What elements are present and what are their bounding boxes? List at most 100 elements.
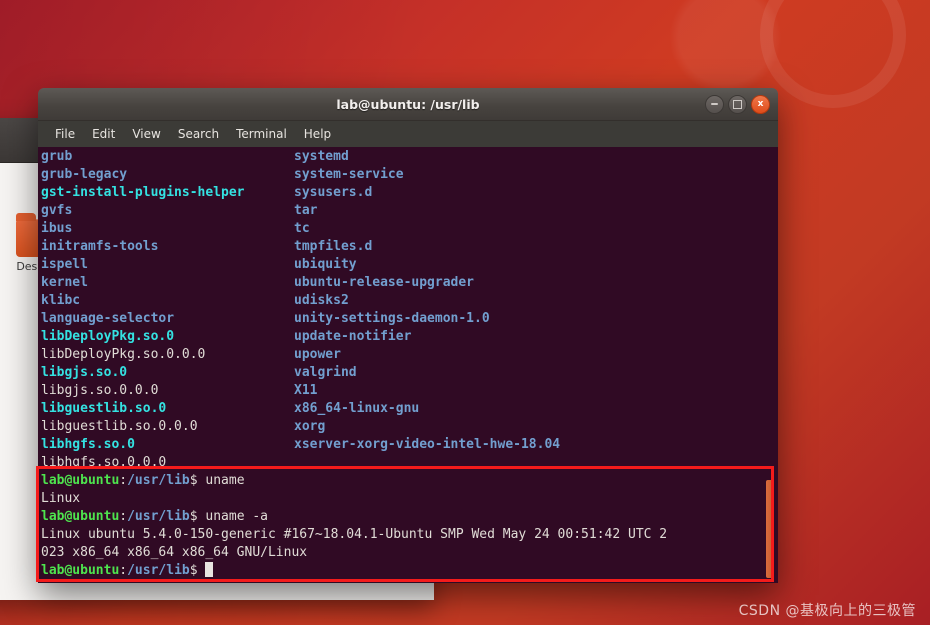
listing-entry-name: grub-legacy [41,167,128,182]
terminal-screen[interactable]: grub grub-legacy gst-install-plugins-helpe… [38,147,778,583]
minimize-icon [711,103,718,105]
listing-entry-name: upower [294,347,341,362]
listing-entry: valgrind [294,364,560,382]
terminal-command-text: uname -a [197,509,269,524]
listing-entry: libguestlib.so.0.0.0 [41,418,245,436]
listing-entry: libhgfs.so.0 [41,436,245,454]
listing-entry-name: xserver-xorg-video-intel-hwe-18.04 [294,437,561,452]
listing-entry: upower [294,346,560,364]
listing-entry-name: tmpfiles.d [294,239,373,254]
terminal-prompt-line: lab@ubuntu:/usr/lib$ uname -a [41,508,764,526]
listing-entry: unity-settings-daemon-1.0 [294,310,560,328]
listing-entry: xserver-xorg-video-intel-hwe-18.04 [294,436,560,454]
terminal-output-line: Linux ubuntu 5.4.0-150-generic #167~18.0… [41,526,764,544]
listing-entry-name: ubiquity [294,257,357,272]
command-session: lab@ubuntu:/usr/lib$ uname Linux lab@ubunt… [41,472,764,580]
listing-entry: libhgfs.so.0.0.0 [41,454,245,472]
listing-entry-name: libgjs.so.0 [41,365,128,380]
terminal-scrollbar[interactable] [764,147,777,583]
listing-entry-name: update-notifier [294,329,412,344]
terminal-scrollbar-thumb[interactable] [766,480,774,578]
listing-entry: initramfs-tools [41,238,245,256]
listing-entry-name: grub [41,149,73,164]
listing-entry: update-notifier [294,328,560,346]
terminal-output-text: Linux ubuntu 5.4.0-150-generic #167~18.0… [41,527,668,542]
listing-entry: tar [294,202,560,220]
directory-listing: grub grub-legacy gst-install-plugins-helpe… [41,148,764,470]
terminal-output-text: Linux [41,491,81,506]
terminal-output-text: 023 x86_64 x86_64 x86_64 GNU/Linux [41,545,308,560]
prompt-user-host: lab@ubuntu [41,509,120,524]
listing-entry: ubuntu-release-upgrader [294,274,560,292]
maximize-button[interactable] [728,94,747,114]
listing-entry-name: libhgfs.so.0 [41,437,135,452]
listing-entry-name: ubuntu-release-upgrader [294,275,475,290]
listing-entry-name: systemd [294,149,349,164]
prompt-symbol: $ [189,563,198,578]
minimize-button[interactable] [705,94,724,114]
menu-help[interactable]: Help [297,124,338,144]
listing-entry-name: libDeployPkg.so.0 [41,329,175,344]
listing-entry-name: ibus [41,221,73,236]
listing-column-2: systemd system-service sysusers.d tar tc tmpf… [294,148,560,454]
window-title: lab@ubuntu: /usr/lib [336,96,480,112]
listing-entry: libgjs.so.0.0.0 [41,382,245,400]
listing-entry: libgjs.so.0 [41,364,245,382]
listing-entry-name: kernel [41,275,88,290]
listing-entry-name: language-selector [41,311,175,326]
listing-entry-name: X11 [294,383,318,398]
listing-entry: gst-install-plugins-helper [41,184,245,202]
menu-terminal[interactable]: Terminal [229,124,294,144]
listing-entry-name: libDeployPkg.so.0.0.0 [41,347,206,362]
listing-entry: x86_64-linux-gnu [294,400,560,418]
listing-entry: X11 [294,382,560,400]
listing-entry-name: system-service [294,167,404,182]
listing-entry: libDeployPkg.so.0.0.0 [41,346,245,364]
close-icon: x [757,98,764,109]
listing-entry-name: libguestlib.so.0 [41,401,167,416]
prompt-separator: : [119,563,128,578]
terminal-window[interactable]: lab@ubuntu: /usr/lib x File Edit View Se… [38,88,778,583]
listing-column-1: grub grub-legacy gst-install-plugins-helpe… [41,148,245,472]
listing-entry: kernel [41,274,245,292]
listing-entry: system-service [294,166,560,184]
listing-entry: udisks2 [294,292,560,310]
listing-entry-name: klibc [41,293,81,308]
prompt-symbol: $ [189,509,198,524]
menu-view[interactable]: View [125,124,167,144]
listing-entry: language-selector [41,310,245,328]
terminal-titlebar[interactable]: lab@ubuntu: /usr/lib x [38,88,778,121]
listing-entry-name: valgrind [294,365,357,380]
terminal-menubar[interactable]: File Edit View Search Terminal Help [38,121,778,147]
prompt-symbol: $ [189,473,198,488]
menu-edit[interactable]: Edit [85,124,122,144]
listing-entry-name: libgjs.so.0.0.0 [41,383,159,398]
prompt-separator: : [119,473,128,488]
terminal-output-line: 023 x86_64 x86_64 x86_64 GNU/Linux [41,544,764,562]
prompt-path: /usr/lib [127,563,190,578]
listing-entry-name: initramfs-tools [41,239,159,254]
prompt-user-host: lab@ubuntu [41,473,120,488]
listing-entry: systemd [294,148,560,166]
menu-search[interactable]: Search [171,124,226,144]
window-controls: x [705,88,770,120]
prompt-separator: : [119,509,128,524]
terminal-prompt-line: lab@ubuntu:/usr/lib$ uname [41,472,764,490]
listing-entry: sysusers.d [294,184,560,202]
prompt-user-host: lab@ubuntu [41,563,120,578]
close-button[interactable]: x [751,94,770,114]
watermark: CSDN @基极向上的三极管 [738,603,916,619]
listing-entry: grub [41,148,245,166]
listing-entry: grub-legacy [41,166,245,184]
terminal-cursor[interactable] [205,562,214,577]
listing-entry: tc [294,220,560,238]
listing-entry: tmpfiles.d [294,238,560,256]
listing-entry-name: gvfs [41,203,73,218]
listing-entry-name: unity-settings-daemon-1.0 [294,311,490,326]
listing-entry: xorg [294,418,560,436]
terminal-command-text [198,563,206,578]
listing-entry: ubiquity [294,256,560,274]
listing-entry: libDeployPkg.so.0 [41,328,245,346]
maximize-icon [733,99,742,109]
menu-file[interactable]: File [48,124,82,144]
